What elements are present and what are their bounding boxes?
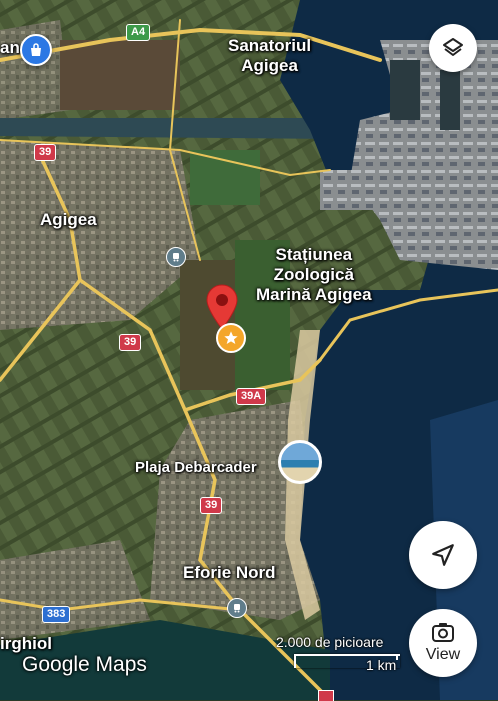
road-shield-39: 39 (34, 144, 57, 161)
place-label-irghiol[interactable]: irghiol (0, 634, 52, 654)
shopping-bag-icon[interactable] (20, 34, 52, 66)
road-shield-383: 383 (42, 606, 71, 623)
place-label-sanatoriul-agigea[interactable]: Sanatoriul Agigea (228, 36, 311, 76)
starred-place-icon[interactable] (216, 323, 246, 353)
layers-button[interactable] (429, 24, 477, 72)
road-shield-a4: A4 (126, 24, 151, 41)
place-label-plaja-debarcader[interactable]: Plaja Debarcader (135, 458, 257, 478)
map-marker-partial (318, 690, 334, 701)
place-label-eforie-nord[interactable]: Eforie Nord (183, 563, 276, 583)
lens-camera-icon (432, 623, 454, 642)
navigation-arrow-icon (432, 544, 454, 566)
place-label-an[interactable]: an (0, 38, 20, 58)
train-station-icon[interactable] (227, 598, 247, 618)
navigation-button[interactable] (409, 521, 477, 589)
view-button[interactable]: View (409, 609, 477, 677)
scale-label-feet: 2.000 de picioare (276, 634, 384, 650)
view-label: View (425, 646, 461, 663)
scale-label-km: 1 km (366, 657, 397, 673)
layers-icon (443, 38, 463, 56)
google-maps-logo: Google Maps (22, 653, 147, 676)
place-label-statiunea-zoologica[interactable]: Stațiunea Zoologică Marină Agigea (256, 245, 372, 305)
road-shield-39: 39 (119, 334, 142, 351)
satellite-map[interactable] (0, 0, 498, 700)
train-station-icon[interactable] (166, 247, 186, 267)
road-shield-39a: 39A (236, 388, 267, 405)
road-shield-39: 39 (200, 497, 223, 514)
place-photo-thumbnail[interactable] (278, 440, 322, 484)
place-label-agigea[interactable]: Agigea (40, 210, 97, 230)
